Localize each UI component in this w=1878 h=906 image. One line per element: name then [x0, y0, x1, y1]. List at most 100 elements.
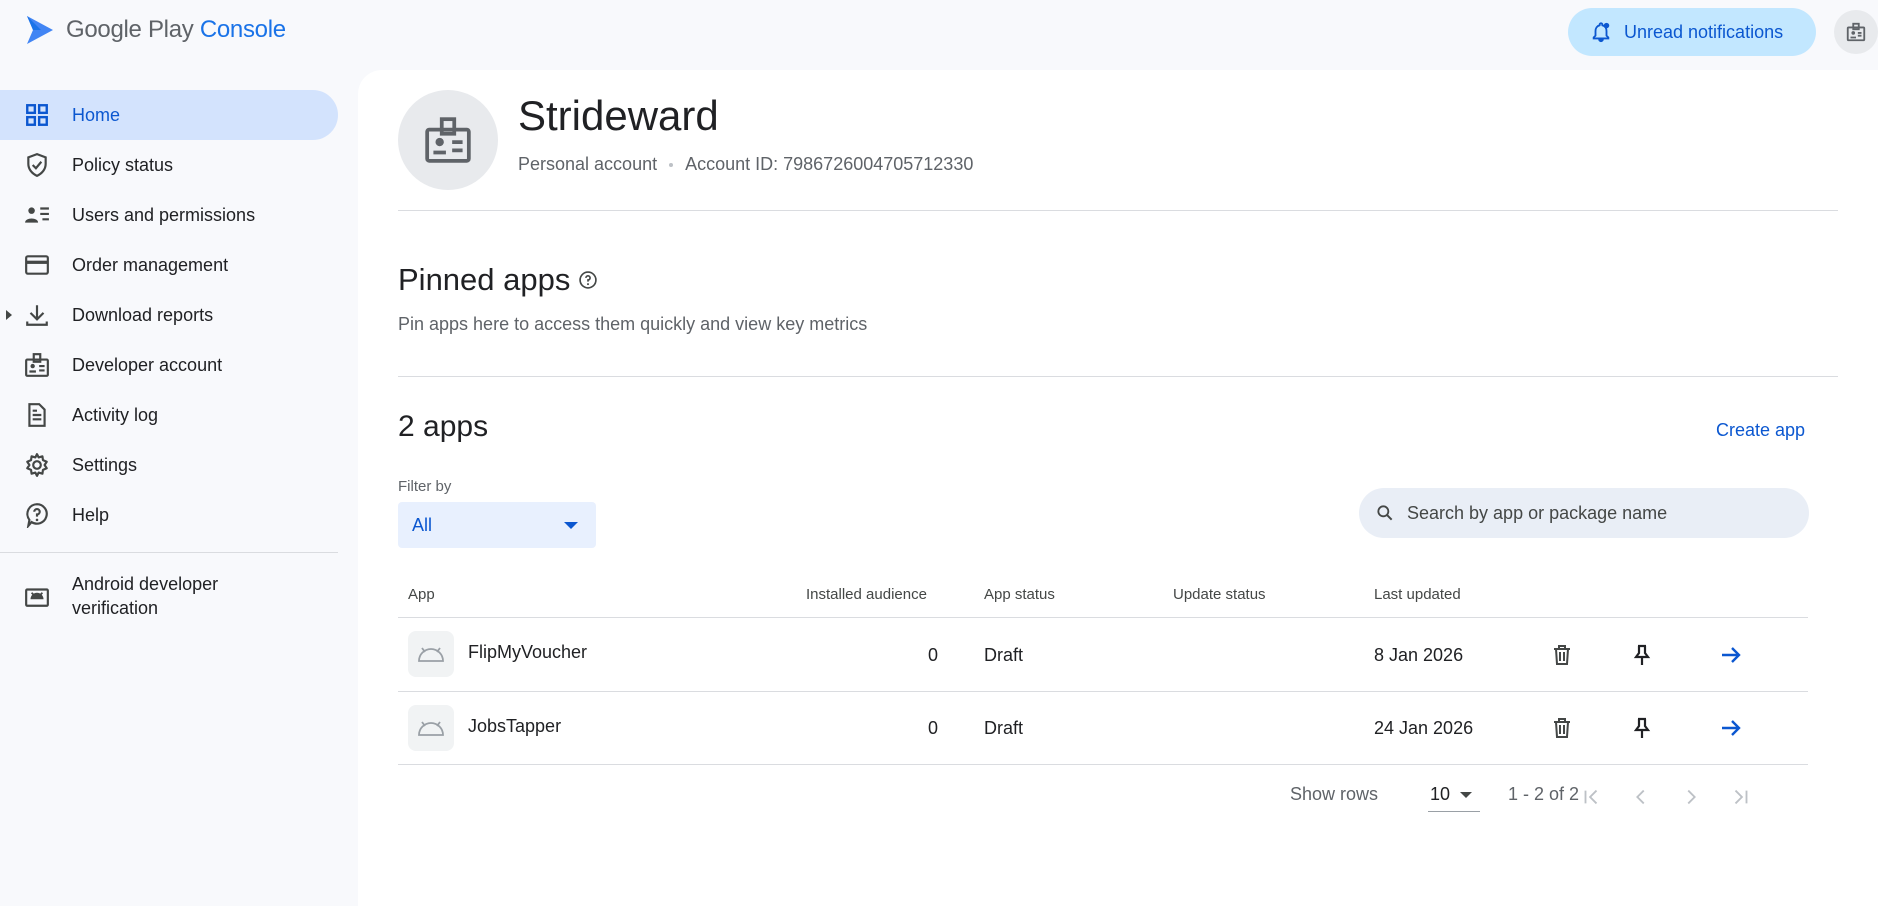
sidebar-item-label: Order management [72, 254, 229, 275]
unread-notifications-button[interactable]: Unread notifications [1568, 8, 1816, 56]
divider [398, 376, 1838, 377]
column-header-app-status: App status [984, 586, 1055, 603]
play-console-logo[interactable]: Google Play Console [24, 14, 286, 46]
play-logo-icon [27, 16, 53, 44]
sidebar-item-label: Users and permissions [72, 204, 256, 225]
gear-icon [26, 453, 48, 477]
filter-label: Filter by [398, 478, 452, 495]
sidebar-item-label: Activity log [72, 404, 159, 425]
column-header-last-updated[interactable]: Last updated [1374, 586, 1461, 603]
sidebar-item-users-and-permissions[interactable]: Users and permissions [0, 190, 338, 240]
arrow-forward-icon [1722, 647, 1741, 663]
android-icon [418, 721, 444, 736]
trash-icon [1554, 645, 1570, 665]
credit-card-icon [25, 255, 49, 275]
search-icon [1377, 505, 1393, 521]
sidebar-item-developer-account[interactable]: Developer account [0, 340, 338, 390]
open-app-button[interactable] [1716, 640, 1746, 670]
logo-text: Google Play Console [66, 16, 286, 43]
divider [398, 210, 1838, 211]
chevron-left-icon [1636, 789, 1645, 805]
installed-audience: 0 [927, 645, 938, 665]
create-app-link[interactable]: Create app [1716, 420, 1805, 441]
help-circle-icon[interactable] [578, 270, 598, 290]
sidebar-item-label: Settings [72, 454, 138, 475]
shield-check-icon [27, 153, 47, 178]
table-header-divider [398, 617, 1808, 618]
chevron-right-icon [1687, 789, 1696, 805]
previous-page-button[interactable] [1626, 782, 1656, 812]
last-updated: 8 Jan 2026 [1374, 645, 1464, 665]
column-header-update-status: Update status [1173, 586, 1266, 603]
delete-button[interactable] [1547, 713, 1577, 743]
filter-value: All [412, 514, 433, 535]
filter-dropdown[interactable]: All [398, 502, 596, 548]
help-icon [26, 503, 48, 528]
open-app-button[interactable] [1716, 713, 1746, 743]
badge-icon [425, 117, 471, 163]
separator-dot [669, 162, 674, 167]
dropdown-arrow-icon [564, 522, 578, 529]
expand-arrow-icon[interactable] [4, 308, 14, 322]
account-switcher-button[interactable] [1834, 10, 1878, 54]
apps-count-heading: 2 apps [398, 410, 489, 443]
sidebar-item-label: Help [72, 504, 110, 525]
pinned-apps-description: Pin apps here to access them quickly and… [398, 314, 868, 334]
sidebar-item-label: Developer account [72, 354, 223, 375]
sidebar-divider [0, 552, 338, 553]
app-name[interactable]: FlipMyVoucher [468, 642, 587, 663]
rows-per-page-value: 10 [1430, 784, 1451, 804]
developer-avatar [398, 90, 498, 190]
dashboard-icon [26, 104, 48, 126]
rows-per-page-select[interactable]: 10 [1428, 778, 1480, 812]
sidebar-item-label: Policy status [72, 154, 174, 175]
arrow-forward-icon [1722, 720, 1741, 736]
pin-button[interactable] [1627, 713, 1657, 743]
dropdown-arrow-icon [1460, 792, 1472, 798]
next-page-button[interactable] [1676, 782, 1706, 812]
row-divider [398, 764, 1808, 765]
first-page-icon [1584, 789, 1598, 805]
app-status: Draft [984, 718, 1024, 738]
app-icon [408, 705, 454, 751]
sidebar-item-label: Download reports [72, 304, 214, 325]
sidebar-item-home[interactable]: Home [0, 90, 338, 140]
account-meta: Personal account Account ID: 79867260047… [518, 154, 973, 175]
row-divider [398, 691, 1808, 692]
delete-button[interactable] [1547, 640, 1577, 670]
unread-notifications-label: Unread notifications [1624, 21, 1784, 42]
first-page-button[interactable] [1576, 782, 1606, 812]
android-icon [25, 588, 49, 607]
pin-icon [1633, 644, 1651, 665]
account-type: Personal account [518, 154, 658, 174]
column-header-installed-audience[interactable]: Installed audience [806, 586, 927, 603]
sidebar-item-help[interactable]: Help [0, 490, 338, 540]
column-header-app: App [408, 586, 435, 603]
pin-icon [1633, 717, 1651, 738]
top-bar: Google Play Console Unread notifications [0, 0, 1878, 64]
page-range: 1 - 2 of 2 [1508, 784, 1580, 804]
installed-audience: 0 [927, 718, 938, 738]
app-icon [408, 631, 454, 677]
pinned-apps-heading: Pinned apps [398, 262, 598, 298]
app-status: Draft [984, 645, 1024, 665]
document-icon [28, 403, 46, 427]
download-icon [26, 305, 48, 326]
developer-name: Strideward [518, 92, 719, 139]
app-name[interactable]: JobsTapper [468, 716, 561, 737]
badge-icon [1846, 22, 1866, 42]
sidebar-item-settings[interactable]: Settings [0, 440, 338, 490]
search-box[interactable] [1359, 488, 1809, 538]
sidebar-item-download-reports[interactable]: Download reports [0, 290, 338, 340]
last-page-icon [1734, 789, 1748, 805]
last-page-button[interactable] [1726, 782, 1756, 812]
sidebar-item-order-management[interactable]: Order management [0, 240, 338, 290]
show-rows-label: Show rows [1290, 784, 1379, 804]
pin-button[interactable] [1627, 640, 1657, 670]
sidebar-item-activity-log[interactable]: Activity log [0, 390, 338, 440]
last-updated: 24 Jan 2026 [1374, 718, 1474, 738]
sidebar-item-policy-status[interactable]: Policy status [0, 140, 338, 190]
main-content: Strideward Personal account Account ID: … [358, 70, 1878, 906]
sidebar-item-android-developer-verification[interactable]: Android developer verification [0, 563, 338, 629]
search-input[interactable] [1407, 502, 1787, 524]
